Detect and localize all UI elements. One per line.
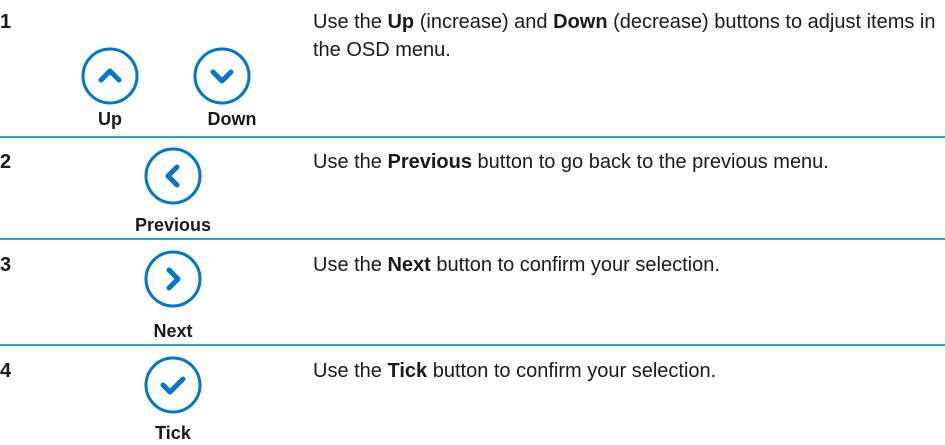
row-description: Use the Up (increase) and Down (decrease… — [313, 8, 938, 64]
up-label: Up — [98, 109, 122, 129]
desc-bold: Next — [387, 254, 431, 276]
next-button[interactable] — [143, 249, 203, 309]
chevron-right-icon — [144, 250, 202, 308]
next-label: Next — [153, 321, 193, 341]
previous-button[interactable] — [143, 146, 203, 206]
up-button[interactable] — [80, 46, 140, 106]
chevron-left-icon — [144, 147, 202, 205]
row-number: 1 — [0, 11, 12, 33]
down-button[interactable] — [192, 46, 252, 106]
row-description: Use the Previous button to go back to th… — [313, 148, 938, 176]
table-row: 2 Previous Use the Previous button to go… — [0, 147, 945, 235]
desc-bold: Up — [387, 11, 415, 33]
tick-button[interactable] — [143, 355, 203, 415]
desc-text: Use the — [313, 254, 388, 276]
row-number: 2 — [0, 151, 12, 173]
row-divider — [0, 344, 945, 346]
desc-bold: Previous — [387, 151, 472, 173]
row-divider — [0, 238, 945, 240]
tick-label: Tick — [155, 423, 191, 443]
desc-text: button to confirm your selection. — [427, 360, 717, 382]
desc-text: button to go back to the previous menu. — [471, 151, 829, 173]
table-row: 1 Up Down Use the Up (increase) and Down… — [0, 10, 945, 135]
table-row: 4 Tick Use the Tick button to confirm yo… — [0, 356, 945, 445]
desc-bold: Tick — [387, 360, 428, 382]
row-number: 3 — [0, 254, 12, 276]
desc-text: Use the — [313, 151, 388, 173]
previous-label: Previous — [134, 215, 212, 235]
desc-bold: Down — [553, 11, 608, 33]
row-description: Use the Next button to confirm your sele… — [313, 251, 938, 279]
row-description: Use the Tick button to confirm your sele… — [313, 357, 938, 385]
desc-text: (increase) and — [414, 11, 554, 33]
desc-text: Use the — [313, 11, 388, 33]
down-label: Down — [207, 109, 257, 129]
chevron-up-icon — [81, 47, 139, 105]
chevron-down-icon — [193, 47, 251, 105]
desc-text: button to confirm your selection. — [430, 254, 720, 276]
row-number: 4 — [0, 360, 12, 382]
row-divider — [0, 136, 945, 138]
desc-text: Use the — [313, 360, 388, 382]
table-row: 3 Next Use the Next button to confirm yo… — [0, 250, 945, 341]
checkmark-icon — [144, 356, 202, 414]
